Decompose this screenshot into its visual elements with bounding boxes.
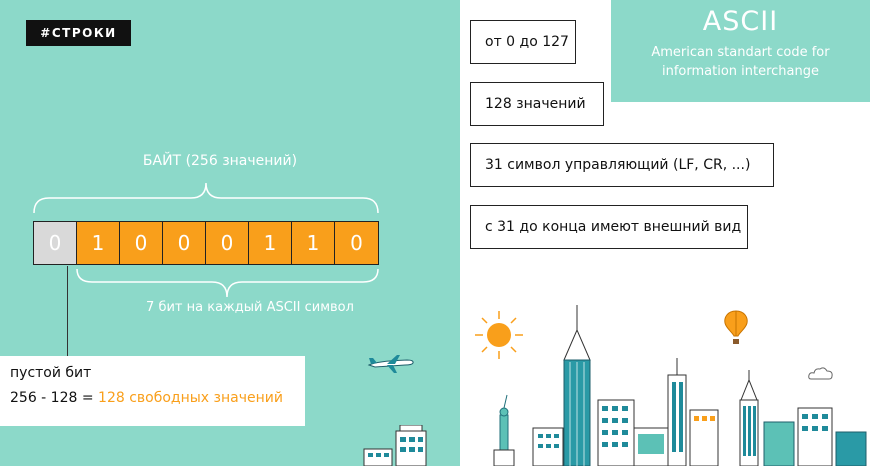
bit-cell: 0 [120,222,163,264]
pointer-line [67,266,68,358]
bit-cell-empty: 0 [34,222,77,264]
building-illustration-left [363,425,427,466]
ascii-header: ASCII American standart code for informa… [611,0,870,102]
empty-bit-info: пустой бит 256 - 128 = 128 свободных зна… [0,356,305,426]
top-brace [33,182,379,214]
ascii-subtitle-line1: American standart code for [651,45,830,60]
bottom-brace [76,268,379,298]
bit-cell: 0 [163,222,206,264]
fact-printable: с 31 до конца имеют внешний вид [470,205,748,249]
fact-control-chars: 31 символ управляющий (LF, CR, ...) [470,143,774,187]
fact-range: от 0 до 127 [470,20,576,64]
topic-tag: #СТРОКИ [26,20,131,46]
formula-prefix: 256 - 128 = [10,390,99,406]
empty-bit-formula: 256 - 128 = 128 свободных значений [10,390,305,415]
bit-cell: 0 [206,222,249,264]
fact-count: 128 значений [470,82,604,126]
bit-cell: 1 [249,222,292,264]
airplane-icon [367,355,414,373]
formula-highlight: 128 свободных значений [98,390,283,406]
empty-bit-title: пустой бит [10,365,92,381]
bit-cell: 0 [335,222,378,264]
bit-cell: 1 [77,222,120,264]
byte-label: БАЙТ (256 значений) [142,153,298,169]
bits-caption: 7 бит на каждый ASCII символ [146,300,354,315]
byte-bits: 0 1 0 0 0 1 1 0 [33,221,379,265]
city-skyline-illustration [493,305,867,466]
ascii-title: ASCII [702,6,779,37]
ascii-subtitle-line2: information interchange [661,64,819,79]
bit-cell: 1 [292,222,335,264]
